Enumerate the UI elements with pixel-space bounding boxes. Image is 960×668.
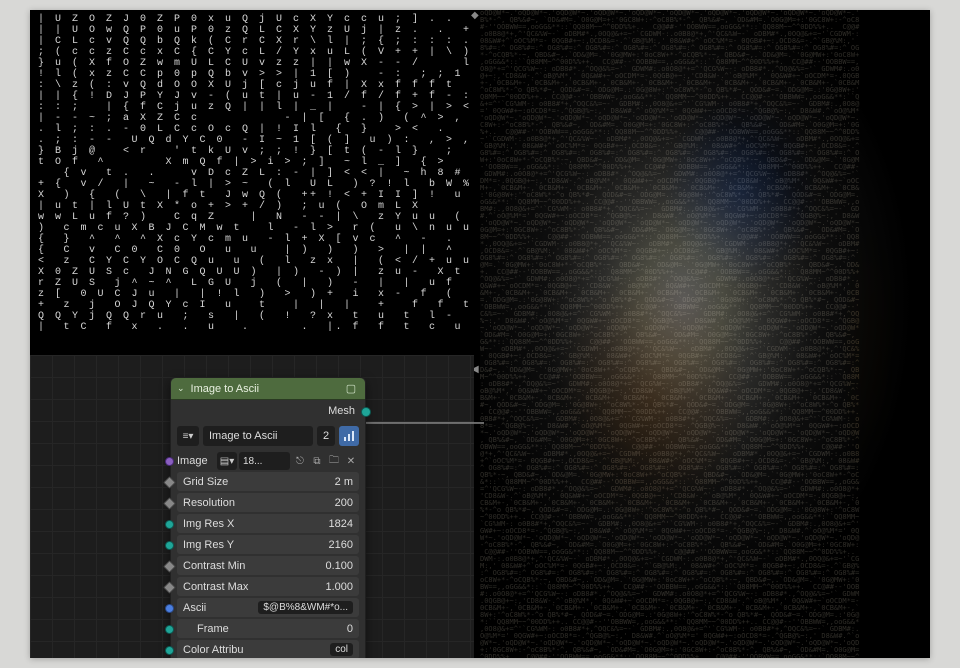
ascii-text-panel: | U Z O Z J 0 Z P 0 x u Q j U c X Y c c … [30, 10, 470, 355]
input-socket[interactable] [163, 581, 176, 594]
param-label: Grid Size [183, 476, 228, 488]
image-socket[interactable] [165, 457, 174, 466]
geometry-nodes-editor[interactable]: ⌄ Image to Ascii ▢ Mesh ≡▾ Image to Asci… [30, 355, 474, 658]
param-value[interactable]: col [330, 643, 353, 656]
param-value[interactable]: 0 [347, 623, 353, 635]
param-resolution[interactable]: Resolution 200 [177, 493, 359, 512]
mesh-output-socket[interactable] [361, 407, 371, 417]
param-label: Frame [183, 623, 229, 635]
param-color-attribu[interactable]: Color Attribu col [177, 640, 359, 658]
param-label: Contrast Max [183, 581, 248, 593]
input-socket[interactable] [163, 560, 176, 573]
param-label: Img Res X [183, 518, 234, 530]
image-name-field[interactable]: 18... [239, 452, 290, 470]
param-value[interactable]: 1824 [329, 518, 353, 530]
param-contrast-max[interactable]: Contrast Max 1.000 [177, 577, 359, 596]
param-label: Img Res Y [183, 539, 234, 551]
app-frame: | U Z O Z J 0 Z P 0 x u Q j U c X Y c c … [30, 10, 930, 658]
param-value[interactable]: 0.100 [325, 560, 353, 572]
param-contrast-min[interactable]: Contrast Min 0.100 [177, 556, 359, 575]
modifier-bars-icon[interactable] [339, 426, 359, 446]
modifier-row: ≡▾ Image to Ascii 2 [171, 422, 365, 450]
input-socket[interactable] [165, 646, 174, 655]
image-picker-icon[interactable]: ▤▾ [217, 452, 237, 470]
image-label: Image [177, 455, 215, 467]
param-frame[interactable]: Frame 0 [177, 619, 359, 638]
input-socket[interactable] [165, 604, 174, 613]
node-header[interactable]: ⌄ Image to Ascii ▢ [171, 378, 365, 400]
image-input-row: Image ▤▾ 18... ⎋ ⧉ 🗀 ✕ [171, 450, 365, 472]
param-img-res-y[interactable]: Img Res Y 2160 [177, 535, 359, 554]
modifier-user-count[interactable]: 2 [317, 426, 335, 446]
image-open-button[interactable]: 🗀 [326, 452, 342, 470]
input-socket[interactable] [163, 497, 176, 510]
splitter-handle-icon[interactable]: ◆ [471, 10, 479, 21]
node-body: Mesh ≡▾ Image to Ascii 2 Image ▤▾ 18... [171, 400, 365, 658]
param-grid-size[interactable]: Grid Size 2 m [177, 472, 359, 491]
modifier-name-field[interactable]: Image to Ascii [203, 426, 313, 446]
input-socket[interactable] [163, 476, 176, 489]
param-label: Ascii [183, 602, 206, 614]
chevron-down-icon[interactable]: ⌄ [177, 383, 185, 394]
window-icon[interactable]: ▢ [343, 381, 359, 397]
param-value[interactable]: $@B%8&WM#*o... [258, 601, 353, 614]
param-value[interactable]: 1.000 [325, 581, 353, 593]
image-duplicate-button[interactable]: ⧉ [309, 452, 325, 470]
image-close-button[interactable]: ✕ [343, 452, 359, 470]
portrait-color-tint [480, 10, 930, 658]
node-title: Image to Ascii [191, 383, 337, 395]
output-label: Mesh [328, 405, 355, 417]
modifier-dropdown[interactable]: ≡▾ [177, 426, 199, 446]
panel-splitter[interactable] [474, 10, 476, 658]
input-socket[interactable] [165, 541, 174, 550]
output-mesh-row: Mesh [171, 400, 365, 422]
node-wire [364, 422, 484, 424]
param-value[interactable]: 2 m [335, 476, 353, 488]
param-value[interactable]: 200 [335, 497, 353, 509]
input-socket[interactable] [165, 520, 174, 529]
ascii-portrait-viewport[interactable]: oQD@W*~.'oQD@W*~.'oQD@W*~.'oQD@W*~.'oQD@… [480, 10, 930, 658]
param-img-res-x[interactable]: Img Res X 1824 [177, 514, 359, 533]
input-socket[interactable] [165, 625, 174, 634]
param-label: Color Attribu [183, 644, 244, 656]
image-to-ascii-node[interactable]: ⌄ Image to Ascii ▢ Mesh ≡▾ Image to Asci… [170, 377, 366, 658]
image-unlink-button[interactable]: ⎋ [292, 452, 308, 470]
param-label: Resolution [183, 497, 235, 509]
param-label: Contrast Min [183, 560, 245, 572]
param-ascii[interactable]: Ascii $@B%8&WM#*o... [177, 598, 359, 617]
param-value[interactable]: 2160 [329, 539, 353, 551]
